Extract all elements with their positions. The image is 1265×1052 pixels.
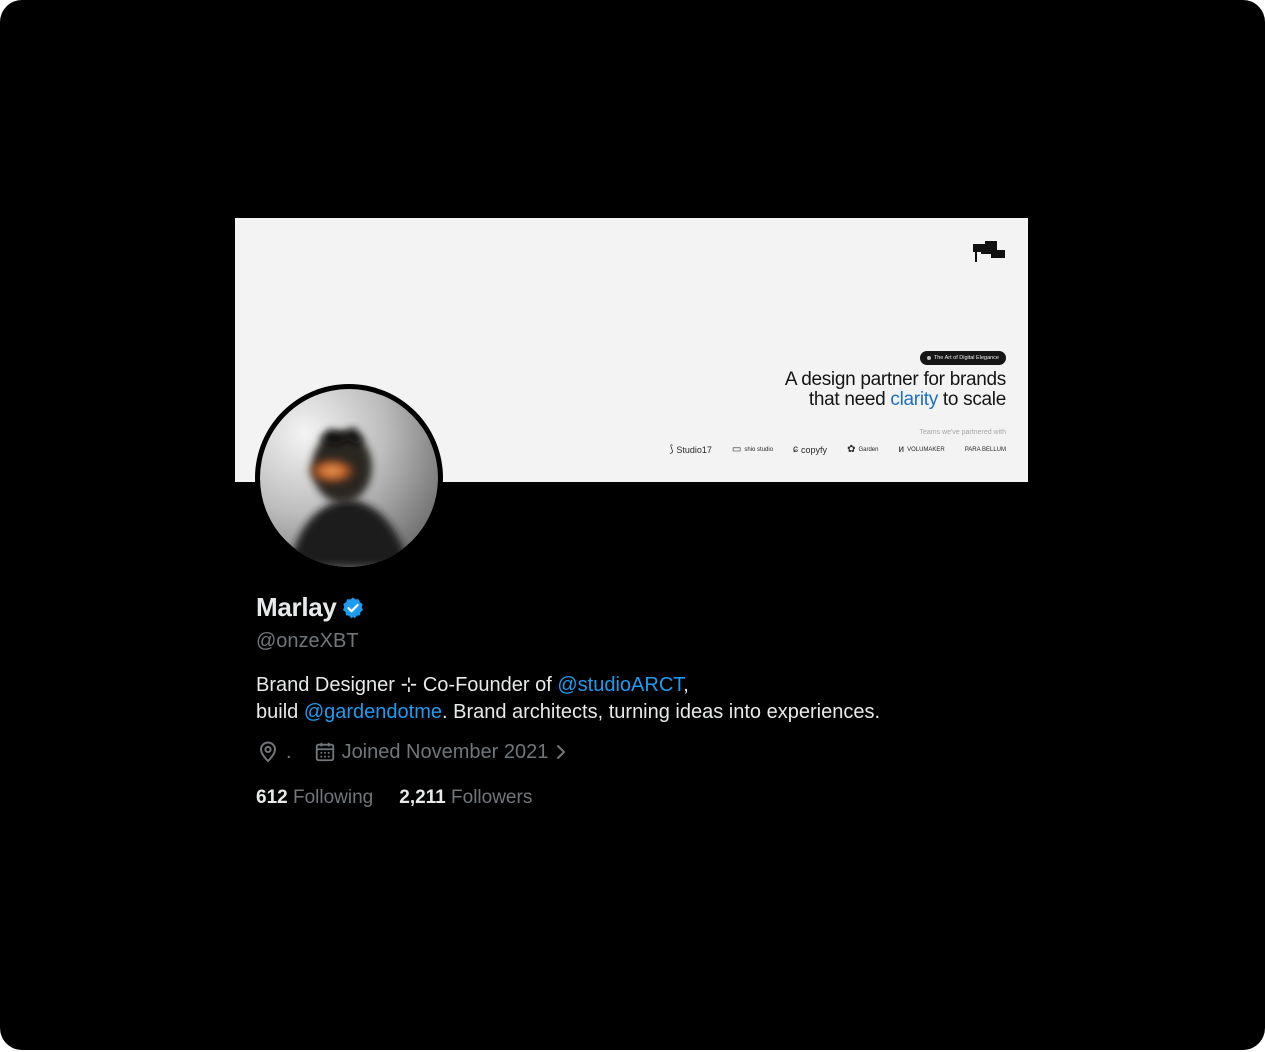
following-link[interactable]: 612 Following xyxy=(256,787,373,809)
partner-logos: ⟆ Studio17 ▭ shio studio ɕ copyfy ✿ Garden ᴎ… xyxy=(669,444,1006,455)
partner-logo: ᴎ VOLUMAKER xyxy=(898,444,944,455)
headline-line-2: that need clarity to scale xyxy=(785,390,1006,410)
avatar[interactable] xyxy=(260,389,438,567)
display-name: Marlay xyxy=(256,592,337,622)
partner-name: shio studio xyxy=(744,446,774,453)
location-text: . xyxy=(286,740,292,763)
headline-line-1: A design partner for brands xyxy=(784,369,1006,390)
partner-logo: ✿ Garden xyxy=(847,444,878,455)
avatar-photo xyxy=(260,389,438,567)
banner-headline: A design partner for brands that need cl… xyxy=(785,370,1006,410)
bio-text: Brand Designer ⊹ Co-Founder of xyxy=(256,674,558,696)
follow-stats: 612 Following 2,211 Followers xyxy=(256,787,532,809)
partner-logo: PARA BELLUM xyxy=(965,447,1006,453)
flower-icon: ✿ xyxy=(847,444,856,455)
name-row: Marlay xyxy=(256,592,365,623)
followers-count: 2,211 xyxy=(399,787,446,808)
partner-name: Garden xyxy=(858,446,879,453)
brand-logo-icon xyxy=(973,241,1005,262)
copyfy-icon: ɕ xyxy=(793,444,799,455)
headline-highlight: clarity xyxy=(890,389,938,410)
user-handle: @onzeXBT xyxy=(256,630,359,652)
studio17-icon: ⟆ xyxy=(669,444,674,455)
bio-line-1: Brand Designer ⊹ Co-Founder of @studioAR… xyxy=(256,672,880,699)
partner-name: Studio17 xyxy=(676,444,712,455)
verified-badge-icon[interactable] xyxy=(341,596,365,620)
partner-logo: ⟆ Studio17 xyxy=(669,444,711,455)
following-count: 612 xyxy=(256,787,288,808)
wave-icon: ᴎ xyxy=(898,444,905,455)
bio-line-2: build @gardendotme. Brand architects, tu… xyxy=(256,699,880,726)
partner-logo: ɕ copyfy xyxy=(793,444,827,455)
partner-logo: ▭ shio studio xyxy=(732,444,773,455)
followers-link[interactable]: 2,211 Followers xyxy=(399,787,532,809)
banner-tag: The Art of Digital Elegance xyxy=(919,351,1006,365)
headline-text: that need xyxy=(808,389,891,410)
chevron-right-icon[interactable] xyxy=(554,742,568,762)
partner-name: PARA BELLUM xyxy=(964,446,1006,453)
calendar-icon xyxy=(315,742,334,762)
banner-tag-text: The Art of Digital Elegance xyxy=(933,355,999,361)
bio-text: . Brand architects, turning ideas into e… xyxy=(441,701,881,723)
avatar-ring xyxy=(255,384,443,572)
following-label: Following xyxy=(292,787,374,808)
joined-date[interactable]: Joined November 2021 xyxy=(342,741,549,764)
tag-dot-icon xyxy=(926,356,931,360)
bio-text: build xyxy=(256,701,304,723)
location-pin-icon xyxy=(259,741,277,763)
followers-label: Followers xyxy=(451,787,533,808)
terminal-icon: ▭ xyxy=(731,444,742,455)
partner-name: copyfy xyxy=(801,444,828,455)
partner-name: VOLUMAKER xyxy=(907,446,945,453)
profile-frame: The Art of Digital Elegance A design par… xyxy=(0,0,1265,1050)
headline-text: to scale xyxy=(937,389,1006,410)
mention-link-gardendotme[interactable]: @gardendotme xyxy=(304,701,442,723)
profile-bio: Brand Designer ⊹ Co-Founder of @studioAR… xyxy=(256,672,880,726)
partners-label: Teams we've partnered with xyxy=(919,429,1006,436)
bio-text: , xyxy=(683,674,689,696)
mention-link-studioarct[interactable]: @studioARCT xyxy=(557,674,683,696)
profile-meta: . Joined November 2021 xyxy=(256,740,568,764)
